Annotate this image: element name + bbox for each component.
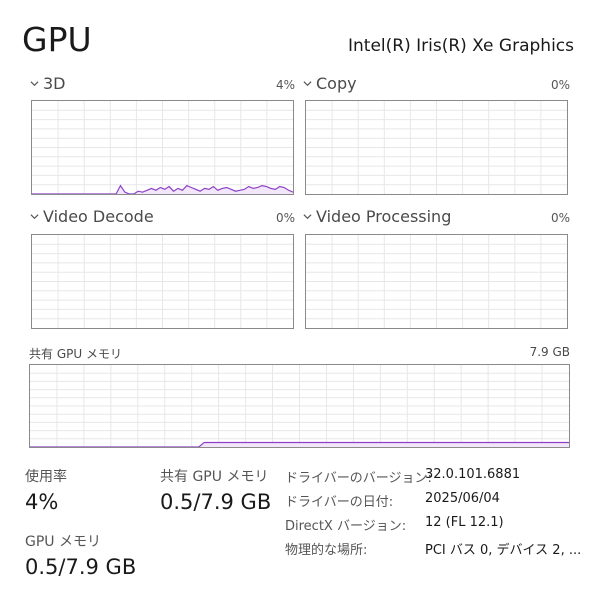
graph-video-decode-svg xyxy=(32,235,293,328)
shared-memory-value: 0.5/7.9 GB xyxy=(160,490,272,514)
shared-memory-capacity: 7.9 GB xyxy=(529,345,570,359)
chevron-down-icon xyxy=(303,81,312,87)
driver-date-value: 2025/06/04 xyxy=(425,491,500,506)
graph-3d-svg xyxy=(32,101,293,194)
chevron-down-icon xyxy=(30,214,39,220)
chevron-down-icon xyxy=(30,81,39,87)
physical-location-label: 物理的な場所: xyxy=(285,543,368,558)
driver-version-value: 32.0.101.6881 xyxy=(425,467,521,482)
driver-date-label: ドライバーの日付: xyxy=(285,495,394,510)
shared-memory-label: 共有 GPU メモリ xyxy=(160,469,269,485)
engine-selector-3d[interactable]: 3D xyxy=(30,74,66,93)
directx-version-value: 12 (FL 12.1) xyxy=(425,515,504,530)
driver-version-label: ドライバーのバージョン: xyxy=(285,471,432,486)
graph-shared-memory-svg xyxy=(30,365,569,447)
graph-copy xyxy=(305,100,568,195)
engine-label: 3D xyxy=(43,74,66,93)
engine-percent: 4% xyxy=(275,78,295,92)
gpu-memory-label: GPU メモリ xyxy=(25,534,101,550)
engine-label: Video Decode xyxy=(43,207,154,226)
graph-video-decode xyxy=(31,234,294,329)
graph-shared-memory xyxy=(29,364,570,448)
shared-memory-graph-label: 共有 GPU メモリ xyxy=(29,347,122,361)
utilization-value: 4% xyxy=(25,490,59,514)
engine-selector-video-processing[interactable]: Video Processing xyxy=(303,207,451,226)
graph-video-processing-svg xyxy=(306,235,567,328)
directx-version-label: DirectX バージョン: xyxy=(285,519,407,534)
engine-label: Video Processing xyxy=(316,207,452,226)
engine-selector-copy[interactable]: Copy xyxy=(303,74,357,93)
physical-location-value: PCI バス 0, デバイス 2, ... xyxy=(425,543,582,558)
page-title: GPU xyxy=(22,20,92,59)
chevron-down-icon xyxy=(303,214,312,220)
engine-selector-video-decode[interactable]: Video Decode xyxy=(30,207,154,226)
gpu-memory-value: 0.5/7.9 GB xyxy=(25,555,137,579)
graph-video-processing xyxy=(305,234,568,329)
engine-percent: 0% xyxy=(550,211,570,225)
graph-3d xyxy=(31,100,294,195)
gpu-adapter-name: Intel(R) Iris(R) Xe Graphics xyxy=(348,36,574,56)
engine-percent: 0% xyxy=(550,78,570,92)
utilization-label: 使用率 xyxy=(25,469,67,485)
engine-label: Copy xyxy=(316,74,357,93)
engine-percent: 0% xyxy=(275,211,295,225)
graph-copy-svg xyxy=(306,101,567,194)
